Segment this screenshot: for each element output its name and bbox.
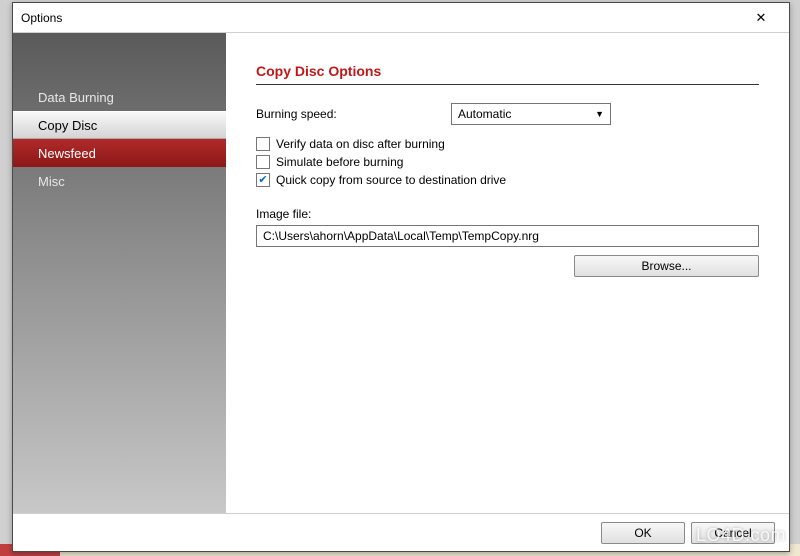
ok-button[interactable]: OK: [601, 522, 685, 544]
checkbox-verify[interactable]: [256, 137, 270, 151]
content-panel: Copy Disc Options Burning speed: Automat…: [226, 33, 789, 513]
image-file-label: Image file:: [256, 207, 759, 221]
burning-speed-label: Burning speed:: [256, 107, 451, 121]
options-window: Options ✕ Data Burning Copy Disc Newsfee…: [12, 2, 790, 552]
sidebar-item-data-burning[interactable]: Data Burning: [13, 83, 226, 111]
sidebar: Data Burning Copy Disc Newsfeed Misc: [13, 33, 226, 513]
checkbox-simulate[interactable]: [256, 155, 270, 169]
sidebar-item-label: Newsfeed: [38, 146, 96, 161]
checkbox-verify-row: Verify data on disc after burning: [256, 137, 759, 151]
checkbox-quickcopy-label[interactable]: Quick copy from source to destination dr…: [276, 173, 506, 187]
checkbox-verify-label[interactable]: Verify data on disc after burning: [276, 137, 445, 151]
sidebar-item-misc[interactable]: Misc: [13, 167, 226, 195]
section-title: Copy Disc Options: [256, 63, 759, 79]
browse-button[interactable]: Browse...: [574, 255, 759, 277]
checkbox-quickcopy-row: Quick copy from source to destination dr…: [256, 173, 759, 187]
checkbox-quickcopy[interactable]: [256, 173, 270, 187]
sidebar-item-newsfeed[interactable]: Newsfeed: [13, 139, 226, 167]
close-button[interactable]: ✕: [741, 4, 781, 32]
image-file-section: Image file: Browse...: [256, 207, 759, 277]
dialog-footer: OK Cancel: [13, 513, 789, 551]
checkbox-simulate-row: Simulate before burning: [256, 155, 759, 169]
window-body: Data Burning Copy Disc Newsfeed Misc Cop…: [13, 33, 789, 551]
sidebar-item-label: Copy Disc: [38, 118, 97, 133]
chevron-down-icon: ▼: [595, 109, 604, 119]
titlebar: Options ✕: [13, 3, 789, 33]
cancel-button[interactable]: Cancel: [691, 522, 775, 544]
burning-speed-row: Burning speed: Automatic ▼: [256, 103, 759, 125]
burning-speed-dropdown[interactable]: Automatic ▼: [451, 103, 611, 125]
image-file-input[interactable]: [256, 225, 759, 247]
checkbox-simulate-label[interactable]: Simulate before burning: [276, 155, 403, 169]
window-title: Options: [21, 11, 741, 25]
browse-row: Browse...: [256, 255, 759, 277]
title-underline: [256, 84, 759, 85]
sidebar-item-copy-disc[interactable]: Copy Disc: [13, 111, 226, 139]
main-area: Data Burning Copy Disc Newsfeed Misc Cop…: [13, 33, 789, 513]
sidebar-item-label: Data Burning: [38, 90, 114, 105]
dropdown-value: Automatic: [458, 107, 595, 121]
sidebar-item-label: Misc: [38, 174, 65, 189]
